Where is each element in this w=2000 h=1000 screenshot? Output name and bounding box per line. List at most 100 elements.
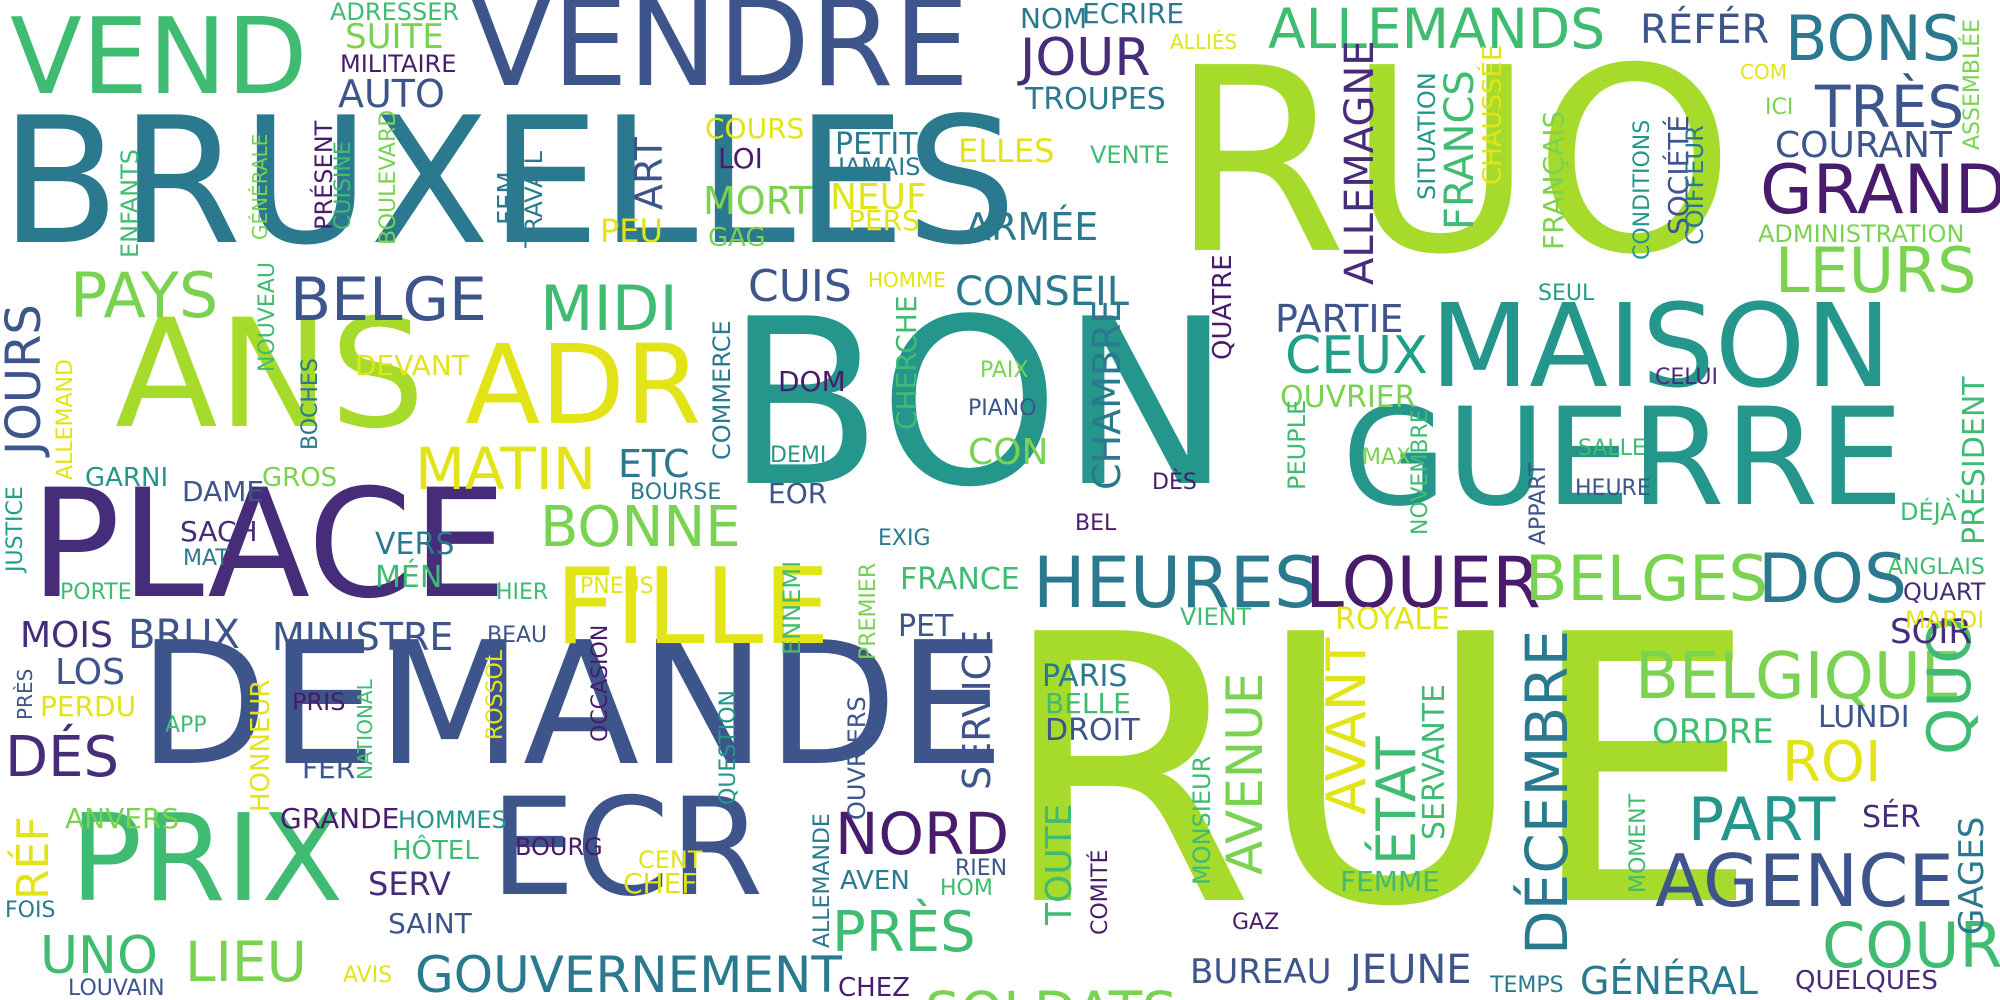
word-femme: FEMME bbox=[1340, 865, 1440, 898]
word-enfants: ENFANTS bbox=[116, 149, 144, 258]
word-beau: BEAU bbox=[487, 623, 548, 648]
word-mois: MOIS bbox=[20, 615, 113, 656]
word-gag: GAG bbox=[708, 223, 766, 253]
word-ici: ICI bbox=[1765, 95, 1794, 120]
word-national: NATIONAL bbox=[353, 679, 377, 780]
word-los: LOS bbox=[55, 652, 125, 693]
word-soldats: SOLDATS bbox=[925, 985, 1177, 1000]
word-allemande: ALLEMANDE bbox=[810, 813, 835, 948]
word-servante: SERVANTE bbox=[1417, 683, 1452, 840]
word-boulevard: BOULEVARD bbox=[376, 109, 401, 245]
word-heure: HEURE bbox=[1575, 476, 1651, 501]
word-dos: DOS bbox=[1758, 540, 1908, 619]
word-refer: RÉFÉR bbox=[1640, 7, 1770, 53]
word-comite: COMITÉ bbox=[1088, 849, 1113, 936]
word-heures: HEURES bbox=[1033, 542, 1319, 624]
word-vers: VERS bbox=[375, 527, 455, 562]
word-appart: APPART bbox=[1526, 462, 1551, 545]
word-des-small: DÈS bbox=[1152, 470, 1197, 495]
word-avenue: AVENUE bbox=[1216, 672, 1274, 875]
word-commerce: COMMERCE bbox=[708, 320, 736, 460]
word-uno: UNO bbox=[40, 926, 158, 986]
word-elles: ELLES bbox=[958, 132, 1055, 170]
word-vendre: VENDRE bbox=[470, 0, 970, 114]
word-nom: NOM bbox=[1020, 2, 1088, 35]
word-salle: SALLE bbox=[1578, 436, 1646, 461]
word-allemand: ALLEMAND bbox=[53, 359, 78, 480]
word-app: APP bbox=[165, 713, 207, 738]
word-pers: PERS bbox=[848, 204, 920, 237]
word-garni: GARNI bbox=[85, 463, 169, 493]
word-honneur: HONNEUR bbox=[246, 679, 276, 812]
word-avis: AVIS bbox=[343, 963, 393, 988]
word-jours: JOURS bbox=[0, 304, 52, 455]
word-ennemi: ENNEMI bbox=[778, 560, 806, 655]
word-toute: TOUTE bbox=[1039, 803, 1080, 925]
word-ouvriers: OUVRIERS bbox=[843, 696, 871, 820]
word-fem: FEM bbox=[493, 171, 523, 225]
word-assemblee: ASSEMBLÉE bbox=[1960, 18, 1985, 150]
word-gages: GAGES bbox=[1952, 816, 1992, 935]
word-chef: CHEF bbox=[623, 867, 698, 900]
word-monsieur: MONSIEUR bbox=[1188, 755, 1216, 885]
word-ser: SÉR bbox=[1862, 800, 1921, 835]
word-des-large: DÉS bbox=[5, 725, 120, 790]
word-vend: VEND bbox=[10, 0, 308, 118]
word-service: SERVICE bbox=[955, 629, 999, 790]
word-courant: COURANT bbox=[1775, 125, 1952, 166]
word-allies: ALLIÉS bbox=[1170, 30, 1238, 54]
word-saint: SAINT bbox=[388, 907, 472, 940]
word-belge: BELGE bbox=[290, 265, 487, 335]
word-royale: ROYALE bbox=[1335, 602, 1451, 637]
word-cours: COURS bbox=[705, 112, 805, 145]
word-lieu: LIEU bbox=[185, 930, 307, 994]
word-sach: SACH bbox=[180, 515, 258, 548]
word-anglais: ANGLAIS bbox=[1888, 555, 1985, 580]
word-demi: DEMI bbox=[770, 443, 827, 468]
word-bourse: BOURSE bbox=[630, 480, 722, 505]
word-chambre: CHAMBRE bbox=[1085, 299, 1129, 490]
word-partie: PARTIE bbox=[1275, 297, 1404, 341]
word-mat: MAT bbox=[183, 546, 229, 571]
word-pays: PAYS bbox=[70, 259, 219, 332]
word-gaz: GAZ bbox=[1232, 910, 1280, 935]
word-boches: BOCHES bbox=[298, 358, 323, 450]
word-hommes: HOMMES bbox=[398, 806, 507, 834]
word-ordre: ORDRE bbox=[1652, 712, 1774, 752]
word-pres-large: PRÈS bbox=[832, 900, 976, 965]
word-hier: HIER bbox=[496, 580, 549, 605]
word-grand: GRAND bbox=[1760, 151, 2000, 230]
word-cherche: CHERCHE bbox=[890, 295, 923, 430]
word-peuple: PEUPLE bbox=[1283, 399, 1311, 490]
word-jamais: JAMAIS bbox=[838, 153, 921, 181]
word-lundi: LUNDI bbox=[1818, 700, 1910, 735]
word-quelques: QUELQUES bbox=[1795, 966, 1938, 996]
word-com: COM bbox=[1740, 60, 1787, 84]
word-dom: DOM bbox=[778, 365, 846, 398]
word-jeune: JEUNE bbox=[1350, 947, 1472, 993]
word-bel: BEL bbox=[1075, 511, 1117, 536]
word-troupes: TROUPES bbox=[1025, 82, 1166, 117]
word-porte: PORTE bbox=[60, 580, 132, 605]
word-max: MAX bbox=[1362, 445, 1412, 470]
word-adr: ADR bbox=[465, 321, 702, 449]
word-piano: PIANO bbox=[968, 396, 1037, 421]
word-part: PART bbox=[1688, 785, 1836, 855]
word-general: GÉNÉRAL bbox=[1580, 959, 1758, 1000]
word-hom: HOM bbox=[940, 876, 993, 901]
word-aven: AVEN bbox=[840, 866, 910, 896]
word-adresser: ADRESSER bbox=[330, 0, 460, 26]
word-cloud: RUE RUO BON BRUXELLES DEMANDE VENDRE PLA… bbox=[0, 0, 2000, 1000]
word-louvain: LOUVAIN bbox=[68, 976, 165, 1000]
word-pres-small: PRÈS bbox=[13, 668, 37, 720]
word-france: FRANCE bbox=[900, 562, 1020, 597]
word-jour: JOUR bbox=[1020, 28, 1151, 88]
word-dame: DAME bbox=[182, 475, 265, 508]
word-bonne: BONNE bbox=[540, 495, 741, 560]
word-etat: ÉTAT bbox=[1365, 736, 1428, 865]
word-auto: AUTO bbox=[338, 72, 445, 116]
word-gros: GROS bbox=[262, 463, 338, 493]
word-seul: SEUL bbox=[1538, 281, 1595, 306]
word-anvers: ANVERS bbox=[65, 802, 180, 835]
word-cuisine: CUISINE bbox=[331, 141, 356, 230]
